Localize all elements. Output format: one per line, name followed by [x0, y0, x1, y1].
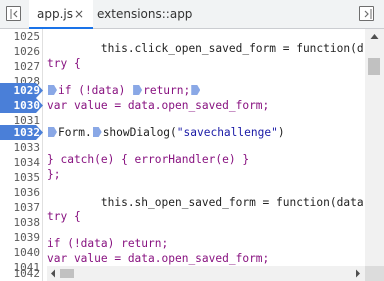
line-number[interactable]: 1040: [0, 245, 43, 260]
line-number[interactable]: 1034: [0, 155, 43, 170]
line-number[interactable]: 1027: [0, 59, 43, 74]
tab-label: app.js: [37, 7, 73, 21]
line-number-gutter[interactable]: 1025 1026 1027 1028 1029 1030 1031 1032 …: [0, 29, 43, 281]
inline-breakpoint-icon[interactable]: [48, 127, 57, 137]
scroll-up-arrow-icon[interactable]: [365, 29, 384, 44]
line-number[interactable]: 1033: [0, 140, 43, 155]
sidebar-toggle-left-icon[interactable]: [6, 6, 21, 21]
code-line: try {: [47, 210, 81, 223]
close-icon[interactable]: ×: [74, 0, 84, 28]
inline-breakpoint-icon[interactable]: [92, 127, 102, 137]
tab-extensions-app[interactable]: extensions::app: [97, 0, 192, 29]
line-number[interactable]: 1026: [0, 44, 43, 59]
line-number[interactable]: 1037: [0, 200, 43, 215]
code-line: if (!data) return;: [47, 237, 169, 250]
code-line: var value = data.open_saved_form;: [47, 252, 270, 265]
code-line: };: [47, 168, 61, 181]
inline-breakpoint-icon[interactable]: [133, 85, 143, 95]
code-line: Form. showDialog("savechallenge"): [47, 125, 285, 140]
sidebar-toggle-right-icon[interactable]: [359, 6, 374, 21]
vertical-scrollbar[interactable]: [365, 29, 384, 266]
code-line: } catch(e) { errorHandler(e) }: [47, 153, 250, 166]
line-number[interactable]: 1035: [0, 170, 43, 185]
scrollbar-corner: [365, 266, 384, 281]
scroll-left-arrow-icon[interactable]: [47, 266, 59, 281]
line-number[interactable]: 1039: [0, 230, 43, 245]
breakpoint-line-number[interactable]: 1032: [0, 125, 43, 140]
scroll-right-arrow-icon[interactable]: [352, 266, 364, 281]
code-line: this.click_open_saved_form = function(da…: [47, 42, 364, 55]
inline-breakpoint-icon[interactable]: [191, 85, 201, 95]
vertical-scroll-thumb[interactable]: [368, 58, 380, 75]
code-line: try {: [47, 57, 81, 70]
horizontal-scroll-thumb[interactable]: [60, 269, 74, 278]
line-number[interactable]: 1038: [0, 215, 43, 230]
breakpoint-line-number[interactable]: 1029: [0, 83, 43, 98]
code-line: var value = data.open_saved_form;: [47, 99, 270, 112]
code-area[interactable]: this.click_open_saved_form = function(da…: [47, 29, 364, 266]
code-editor[interactable]: 1025 1026 1027 1028 1029 1030 1031 1032 …: [0, 29, 384, 281]
breakpoint-line-number[interactable]: 1030: [0, 98, 43, 113]
horizontal-scrollbar[interactable]: [47, 266, 365, 281]
code-line: this.sh_open_saved_form = function(data,: [47, 196, 364, 209]
line-number[interactable]: 1036: [0, 185, 43, 200]
line-number[interactable]: 1025: [0, 29, 43, 44]
editor-tab-bar: app.js × extensions::app: [0, 0, 384, 29]
inline-breakpoint-icon[interactable]: [48, 85, 57, 95]
line-number[interactable]: 1042: [0, 266, 43, 281]
code-line: if (!data) return;: [47, 83, 201, 98]
tab-label: extensions::app: [97, 7, 193, 21]
tab-app-js[interactable]: app.js ×: [29, 0, 93, 29]
